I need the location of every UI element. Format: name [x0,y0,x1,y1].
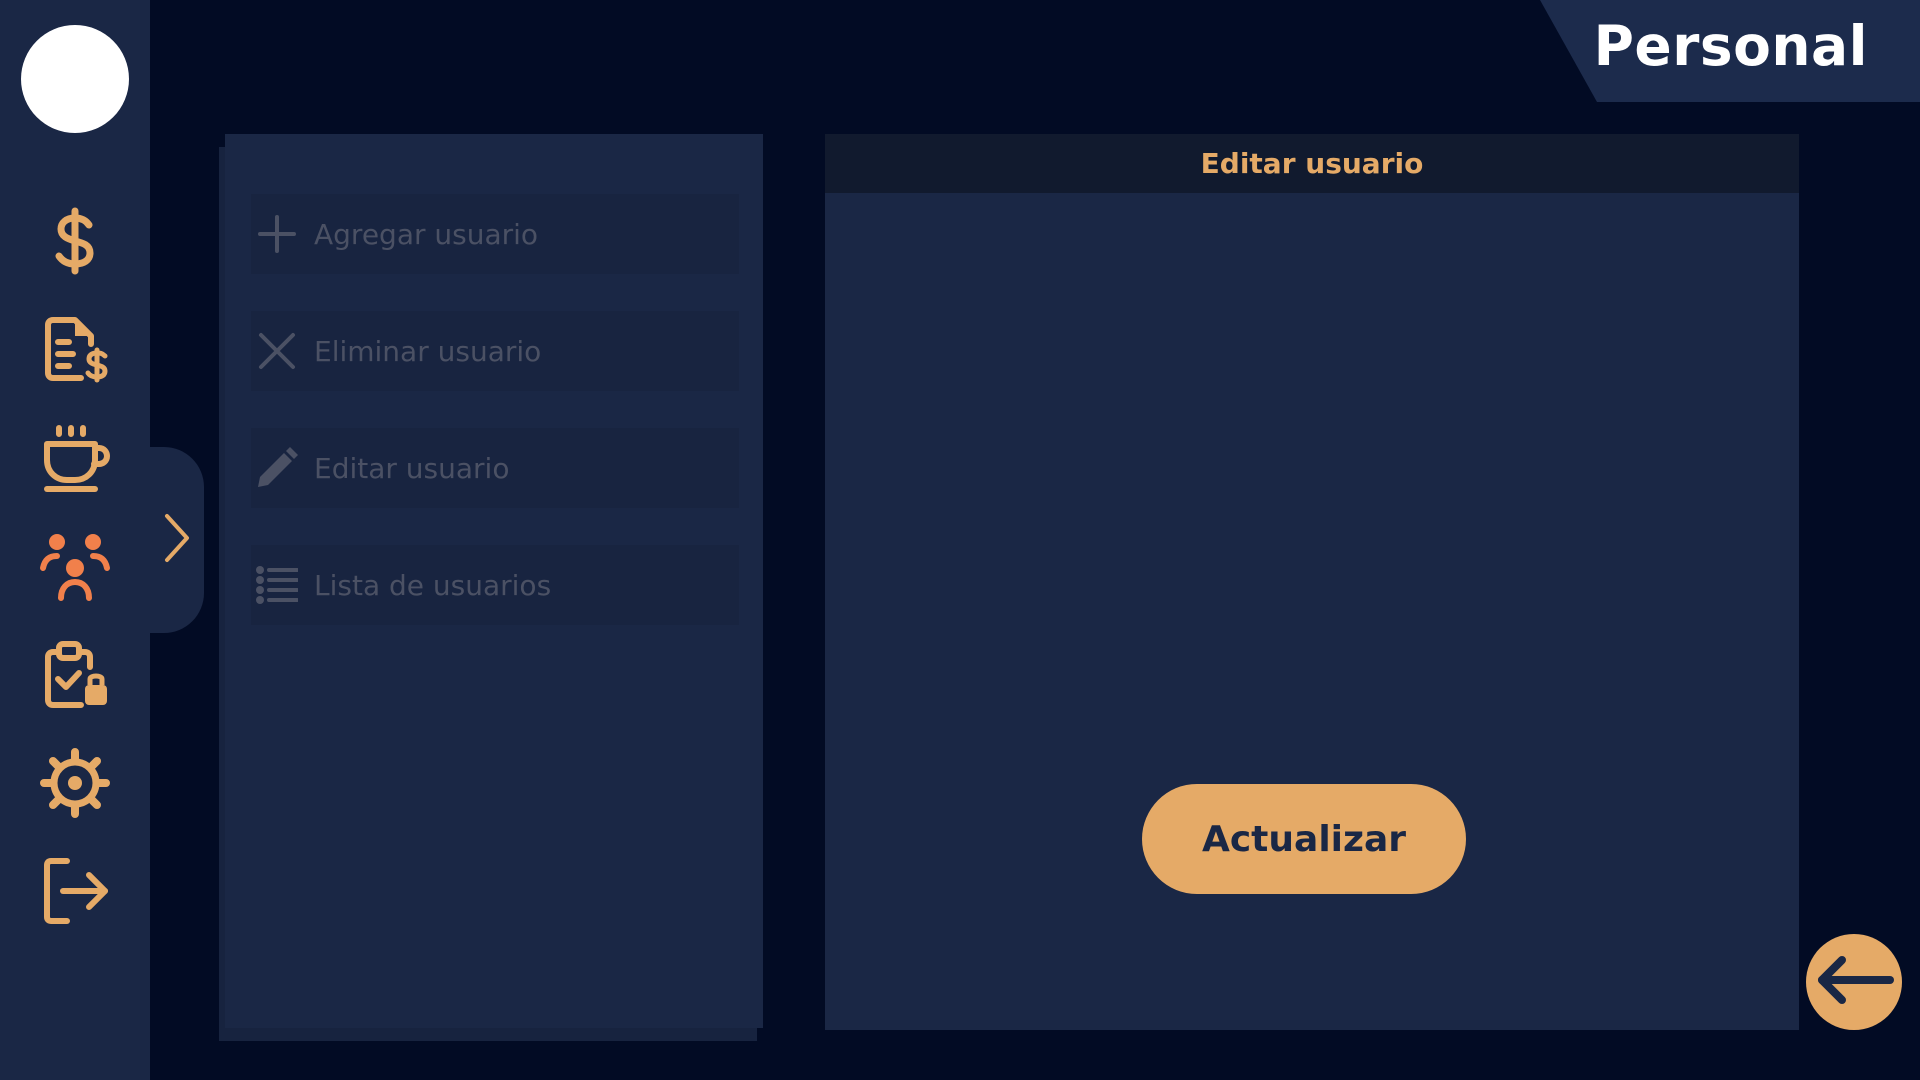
update-button[interactable]: Actualizar [1142,784,1466,894]
nav-item-cafeteria[interactable] [35,420,115,500]
menu-item-label: Editar usuario [314,451,510,485]
nav-rail [0,0,150,1080]
panel-header: Editar usuario [825,134,1799,193]
menu-item-add-user[interactable]: Agregar usuario [251,194,739,274]
arrow-left-icon [1814,955,1894,1009]
users-group-icon [39,530,111,606]
dollar-icon [39,205,111,281]
menu-item-delete-user[interactable]: Eliminar usuario [251,311,739,391]
menu-item-label: Lista de usuarios [314,568,552,602]
coffee-cup-icon [39,422,111,498]
nav-item-tasks[interactable] [35,637,115,717]
panel-title: Editar usuario [1200,147,1424,180]
menu-item-edit-user[interactable]: Editar usuario [251,428,739,508]
plus-icon [256,213,298,255]
back-button[interactable] [1806,934,1902,1030]
close-icon [256,330,298,372]
edit-user-panel: Editar usuario Actualizar [825,134,1799,1030]
menu-item-label: Agregar usuario [314,217,539,251]
nav-item-logout[interactable] [35,853,115,933]
logout-icon [39,855,111,931]
nav-item-invoices[interactable] [35,312,115,392]
user-actions-panel: Agregar usuario Eliminar usuario Editar … [225,134,763,1028]
pencil-icon [256,447,298,489]
nav-item-finances[interactable] [35,203,115,283]
list-icon [256,564,298,606]
gear-icon [39,747,111,823]
nav-item-personal[interactable] [35,528,115,608]
expand-panel-toggle[interactable] [150,447,204,633]
nav-item-settings[interactable] [35,745,115,825]
avatar[interactable] [21,25,129,133]
page-title: Personal [1593,14,1868,78]
chevron-right-icon [162,512,192,568]
clipboard-check-icon [39,639,111,715]
menu-item-user-list[interactable]: Lista de usuarios [251,545,739,625]
menu-item-label: Eliminar usuario [314,334,542,368]
update-button-label: Actualizar [1201,818,1406,860]
invoice-icon [39,314,111,390]
app-root: Personal Agregar usuario Eliminar usuari… [0,0,1920,1080]
